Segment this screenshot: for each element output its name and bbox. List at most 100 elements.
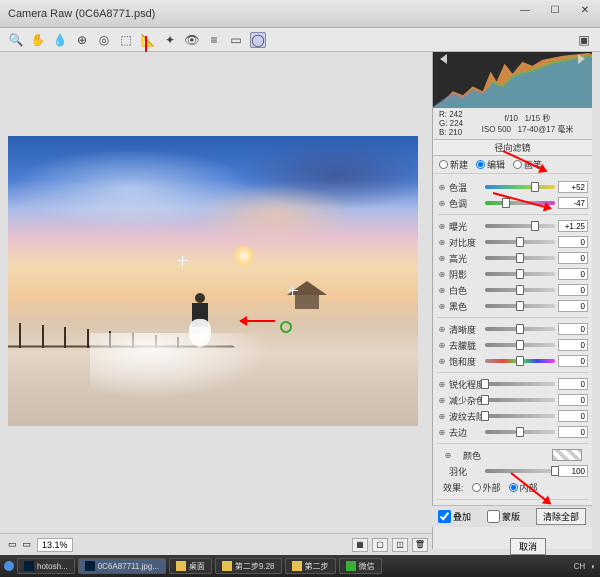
color-swatch[interactable] <box>552 449 582 461</box>
slider-track[interactable] <box>485 185 555 189</box>
expand-icon[interactable]: ⊕ <box>437 380 447 389</box>
task-item[interactable]: 第二步 <box>285 558 336 574</box>
slider-value[interactable]: 0 <box>558 300 588 312</box>
slider-thumb[interactable] <box>516 269 524 279</box>
min-button[interactable]: — <box>510 0 540 20</box>
slider-value[interactable]: -47 <box>558 197 588 209</box>
task-item[interactable]: hotosh... <box>17 558 75 574</box>
expand-icon[interactable]: ⊕ <box>437 357 447 366</box>
slider-thumb[interactable] <box>516 301 524 311</box>
slider-thumb[interactable] <box>516 237 524 247</box>
mask-checkbox[interactable]: 蒙版 <box>487 510 520 523</box>
slider-value[interactable]: 0 <box>558 268 588 280</box>
zoom-fit-icon[interactable]: ▭ <box>23 539 32 550</box>
expand-icon[interactable]: ⊕ <box>443 451 453 460</box>
slider-value[interactable]: 0 <box>558 394 588 406</box>
slider-track[interactable] <box>485 382 555 386</box>
slider-value[interactable]: 0 <box>558 236 588 248</box>
slider-track[interactable] <box>485 240 555 244</box>
expand-icon[interactable]: ⊕ <box>437 396 447 405</box>
slider-value[interactable]: 0 <box>558 355 588 367</box>
slider-value[interactable]: 0 <box>558 426 588 438</box>
mode-edit[interactable]: 编辑 <box>476 158 505 171</box>
slider-value[interactable]: 0 <box>558 378 588 390</box>
redeye-icon[interactable]: 👁 <box>184 32 200 48</box>
slider-track[interactable] <box>485 272 555 276</box>
graduated-icon[interactable]: ▭ <box>228 32 244 48</box>
clear-all-button[interactable]: 清除全部 <box>536 508 586 525</box>
slider-value[interactable]: 0 <box>558 252 588 264</box>
image-canvas[interactable] <box>8 136 418 426</box>
system-tray[interactable]: CH ◐ <box>574 562 596 571</box>
highlight-clip-icon[interactable] <box>578 54 590 64</box>
slider-value[interactable]: 100 <box>558 465 588 477</box>
radial-icon[interactable]: ◯ <box>250 32 266 48</box>
slider-thumb[interactable] <box>481 379 489 389</box>
slider-value[interactable]: 0 <box>558 323 588 335</box>
radial-pin[interactable] <box>288 286 298 296</box>
expand-icon[interactable]: ⊕ <box>437 341 447 350</box>
magnify-icon[interactable]: 🔍 <box>8 32 24 48</box>
trash-icon[interactable]: 🗑 <box>412 538 428 552</box>
preview-toggle-icon[interactable]: ▣ <box>576 32 592 48</box>
view-single-icon[interactable]: ▢ <box>372 538 388 552</box>
slider-thumb[interactable] <box>531 182 539 192</box>
slider-track[interactable] <box>485 288 555 292</box>
slider-thumb[interactable] <box>551 466 559 476</box>
effect-outside[interactable]: 外部 <box>472 481 501 494</box>
expand-icon[interactable]: ⊕ <box>437 183 447 192</box>
expand-icon[interactable]: ⊕ <box>437 199 447 208</box>
task-item[interactable]: 微信 <box>339 558 382 574</box>
slider-thumb[interactable] <box>481 395 489 405</box>
slider-track[interactable] <box>485 343 555 347</box>
cancel-button[interactable]: 取消 <box>510 538 546 555</box>
expand-icon[interactable]: ⊕ <box>437 325 447 334</box>
task-item[interactable]: 第二步9.28 <box>215 558 282 574</box>
zoom-out-icon[interactable]: ▭ <box>8 539 17 550</box>
expand-icon[interactable]: ⊕ <box>437 270 447 279</box>
expand-icon[interactable]: ⊕ <box>437 302 447 311</box>
eyedrop-icon[interactable]: 💧 <box>52 32 68 48</box>
expand-icon[interactable]: ⊕ <box>437 238 447 247</box>
max-button[interactable]: ☐ <box>540 0 570 20</box>
crop-icon[interactable]: ⬚ <box>118 32 134 48</box>
slider-thumb[interactable] <box>516 427 524 437</box>
straighten-icon[interactable]: 📐 <box>140 32 156 48</box>
radial-pin[interactable] <box>178 256 188 266</box>
target-icon[interactable]: ◎ <box>96 32 112 48</box>
slider-value[interactable]: +1.25 <box>558 220 588 232</box>
expand-icon[interactable]: ⊕ <box>437 412 447 421</box>
zoom-select[interactable]: 13.1% <box>37 538 73 552</box>
histogram[interactable] <box>433 52 592 108</box>
view-split-icon[interactable]: ◫ <box>392 538 408 552</box>
radial-center-handle[interactable] <box>280 321 292 333</box>
slider-track[interactable] <box>485 224 555 228</box>
slider-thumb[interactable] <box>516 253 524 263</box>
slider-thumb[interactable] <box>481 411 489 421</box>
slider-track[interactable] <box>485 414 555 418</box>
slider-value[interactable]: 0 <box>558 410 588 422</box>
slider-thumb[interactable] <box>516 356 524 366</box>
slider-track[interactable] <box>485 430 555 434</box>
hand-icon[interactable]: ✋ <box>30 32 46 48</box>
slider-thumb[interactable] <box>502 198 510 208</box>
adjust-icon[interactable]: ≡ <box>206 32 222 48</box>
task-item[interactable]: 0C6A87711.jpg... <box>78 558 166 574</box>
sampler-icon[interactable]: ⊕ <box>74 32 90 48</box>
slider-value[interactable]: +52 <box>558 181 588 193</box>
spot-icon[interactable]: ✦ <box>162 32 178 48</box>
slider-value[interactable]: 0 <box>558 339 588 351</box>
slider-track[interactable] <box>485 327 555 331</box>
expand-icon[interactable]: ⊕ <box>437 222 447 231</box>
expand-icon[interactable]: ⊕ <box>437 286 447 295</box>
slider-thumb[interactable] <box>516 285 524 295</box>
shadow-clip-icon[interactable] <box>435 54 447 64</box>
mode-new[interactable]: 新建 <box>439 158 468 171</box>
slider-thumb[interactable] <box>531 221 539 231</box>
slider-thumb[interactable] <box>516 324 524 334</box>
start-button[interactable] <box>4 561 14 571</box>
task-item[interactable]: 桌面 <box>169 558 212 574</box>
expand-icon[interactable]: ⊕ <box>437 254 447 263</box>
slider-track[interactable] <box>485 398 555 402</box>
slider-track[interactable] <box>485 469 555 473</box>
